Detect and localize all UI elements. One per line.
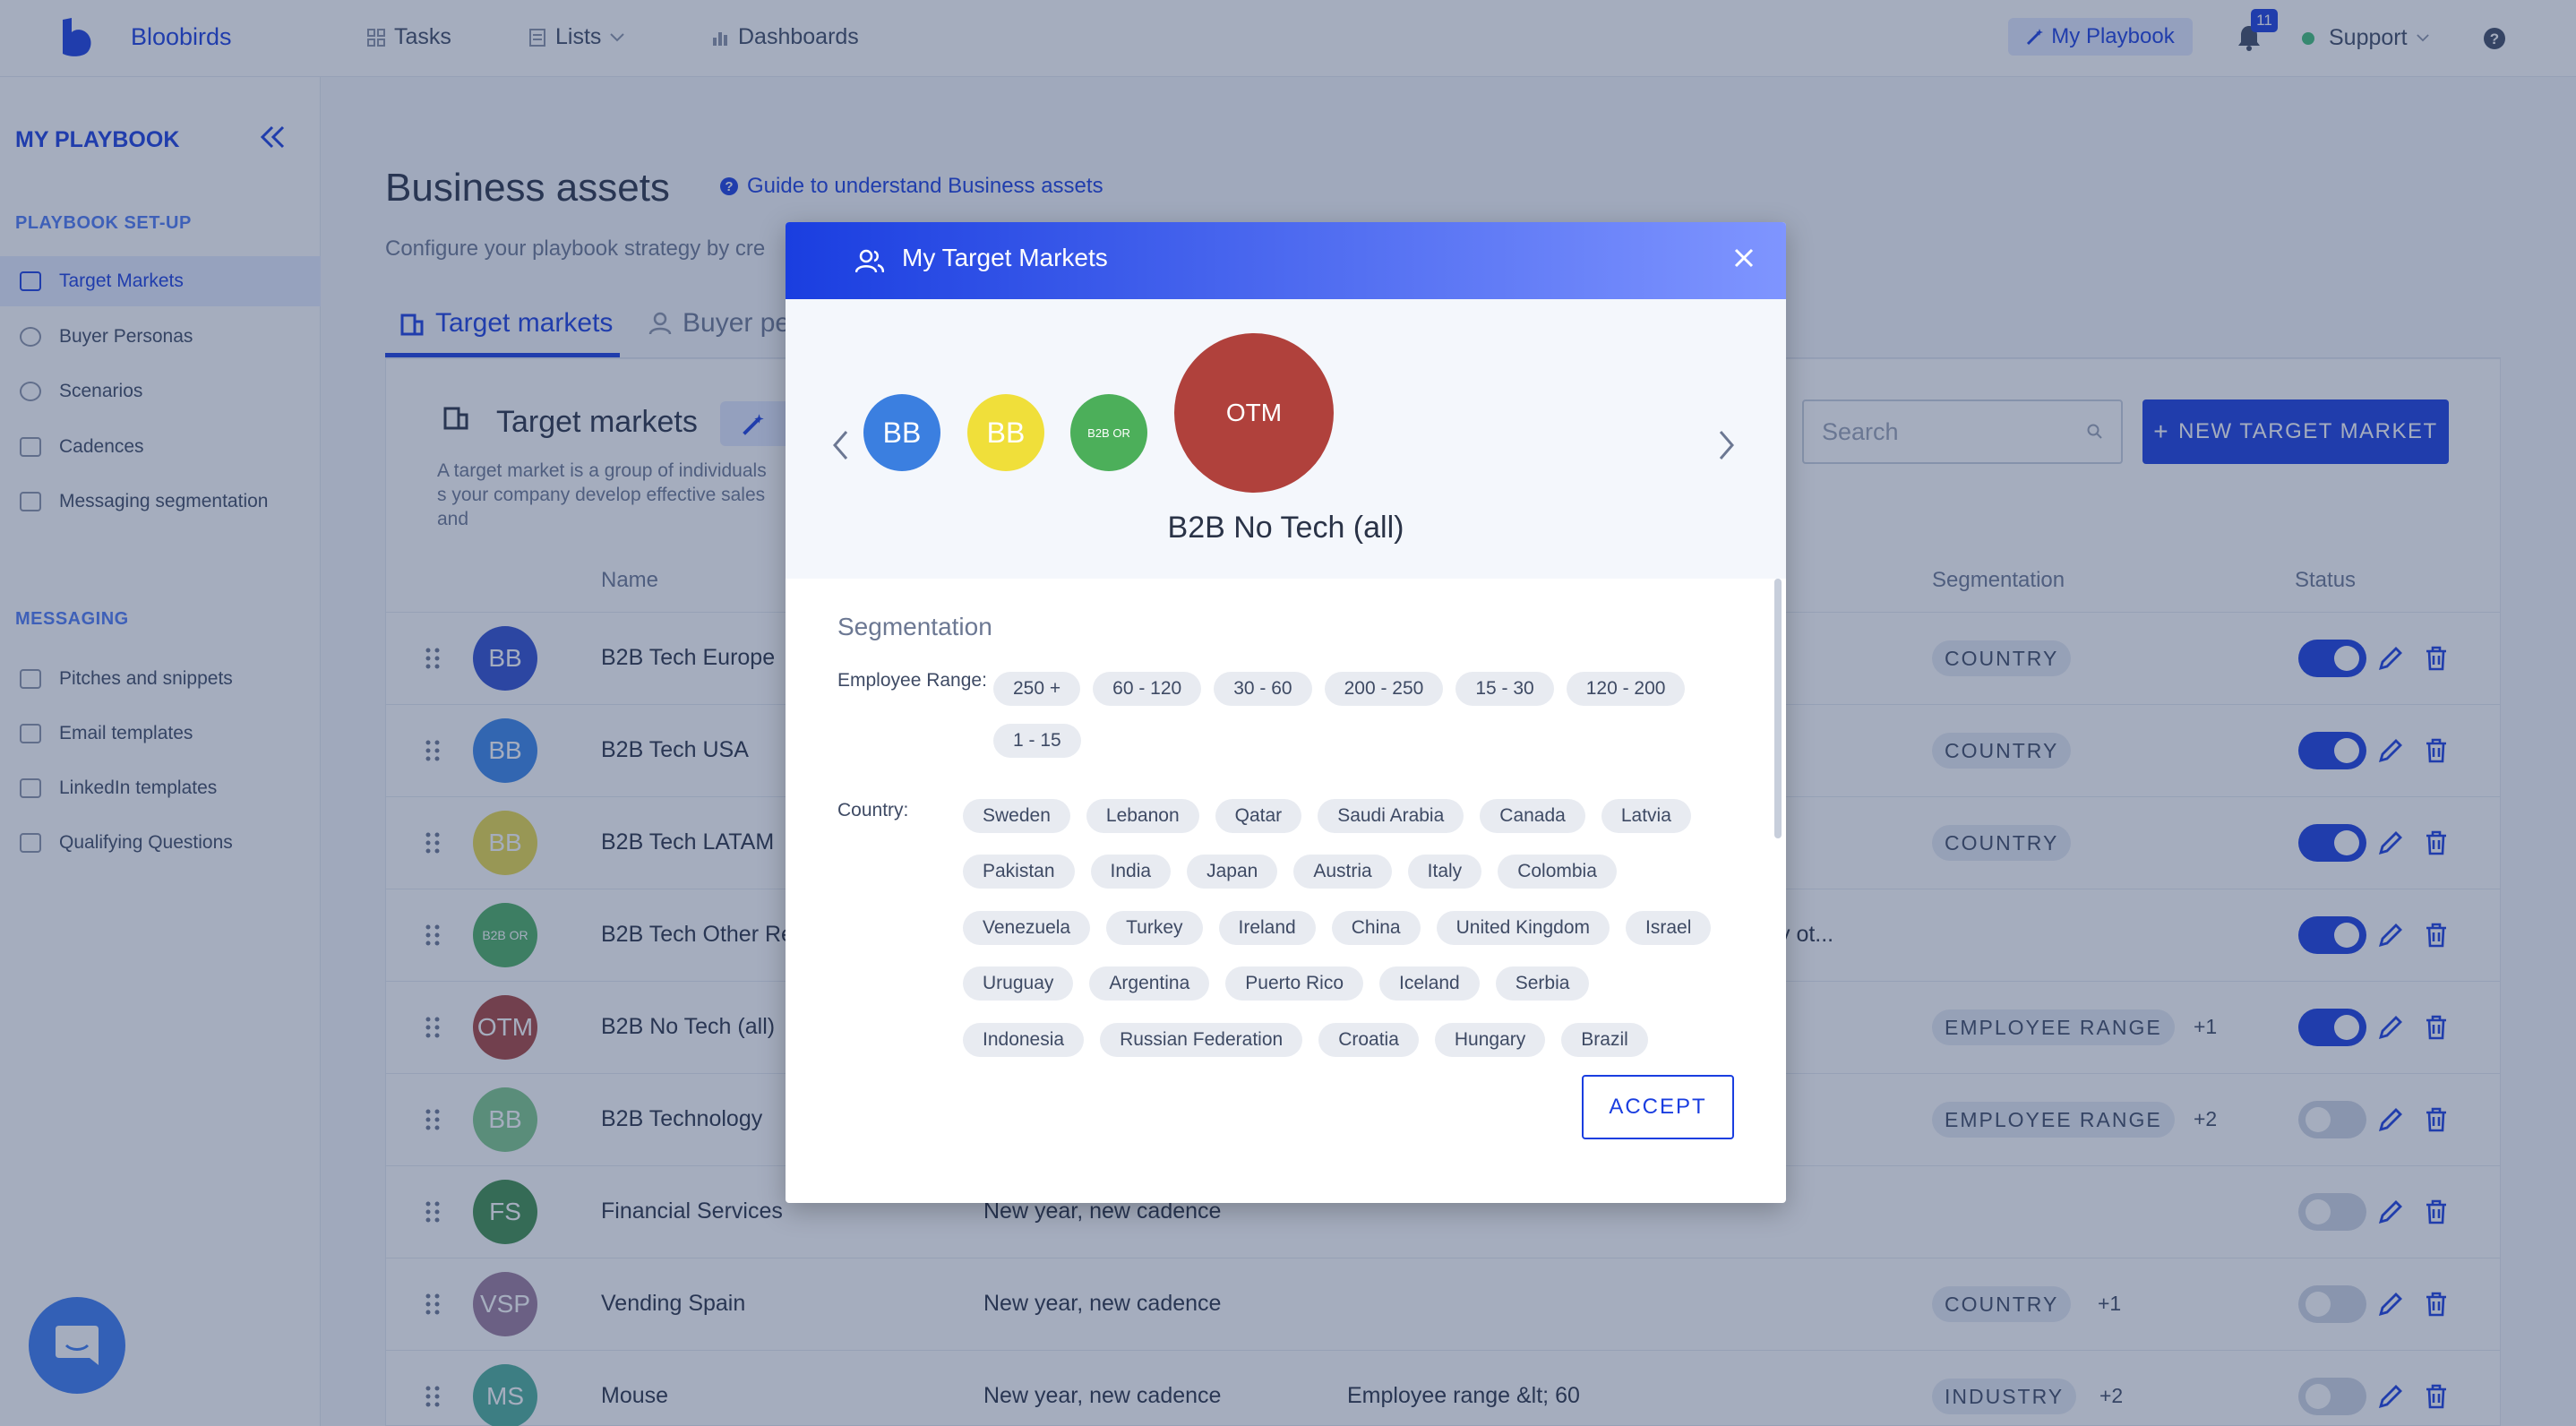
avatar-initials: BB (986, 416, 1026, 449)
employee-range-label: Employee Range: (837, 670, 987, 691)
value-pill: Latvia (1601, 799, 1691, 833)
value-pill: Argentina (1089, 966, 1210, 1001)
chevron-right-icon[interactable] (1719, 430, 1735, 460)
carousel-avatar-selected[interactable]: OTM (1174, 333, 1334, 493)
value-pill: Russian Federation (1100, 1022, 1303, 1057)
country-values: Sweden Lebanon Qatar Saudi Arabia Canada Latv… (963, 799, 1724, 1061)
modal-scrollbar[interactable] (1774, 579, 1782, 838)
value-pill: Colombia (1498, 855, 1617, 889)
value-pill: India (1090, 855, 1172, 889)
accept-button[interactable]: ACCEPT (1582, 1075, 1734, 1139)
value-pill: Iceland (1379, 966, 1480, 1001)
value-pill: Croatia (1318, 1022, 1419, 1057)
value-pill: United Kingdom (1436, 910, 1610, 945)
value-pill: Puerto Rico (1225, 966, 1364, 1001)
value-pill: 60 - 120 (1093, 672, 1202, 706)
value-pill: 1 - 15 (993, 724, 1081, 758)
value-pill: 120 - 200 (1566, 672, 1686, 706)
value-pill: Qatar (1215, 799, 1302, 833)
close-icon[interactable] (1733, 247, 1755, 269)
value-pill: Israel (1626, 910, 1712, 945)
value-pill: Lebanon (1086, 799, 1199, 833)
value-pill: Sweden (963, 799, 1070, 833)
avatar-initials: OTM (1225, 399, 1283, 426)
carousel-avatar[interactable]: B2B OR (1070, 394, 1147, 471)
value-pill: China (1331, 910, 1421, 945)
selected-market-name: B2B No Tech (all) (1167, 511, 1404, 545)
value-pill: Pakistan (963, 855, 1075, 889)
value-pill: 15 - 30 (1455, 672, 1554, 706)
value-pill: Austria (1293, 855, 1392, 889)
country-label: Country: (837, 800, 909, 820)
chevron-left-icon[interactable] (832, 430, 848, 460)
value-pill: Canada (1480, 799, 1585, 833)
users-icon (855, 249, 884, 273)
value-pill: 200 - 250 (1324, 672, 1444, 706)
value-pill: Hungary (1434, 1022, 1546, 1057)
value-pill: Venezuela (963, 910, 1091, 945)
target-markets-modal: My Target Markets BB BB B2B OR OTM B2B N… (786, 222, 1786, 1203)
value-pill: Italy (1407, 855, 1482, 889)
avatar-initials: B2B OR (1087, 425, 1130, 440)
avatar-initials: BB (882, 416, 922, 449)
value-pill: Indonesia (963, 1022, 1085, 1057)
segmentation-title: Segmentation (837, 613, 992, 640)
value-pill: Ireland (1218, 910, 1316, 945)
value-pill: 30 - 60 (1214, 672, 1312, 706)
carousel-avatar[interactable]: BB (967, 394, 1044, 471)
value-pill: Japan (1187, 855, 1278, 889)
value-pill: 250 + (993, 672, 1081, 706)
value-pill: Serbia (1495, 966, 1590, 1001)
value-pill: Turkey (1106, 910, 1203, 945)
value-pill: Saudi Arabia (1318, 799, 1464, 833)
employee-range-values: 250 + 60 - 120 30 - 60 200 - 250 15 - 30 120 … (993, 672, 1710, 758)
value-pill: Uruguay (963, 966, 1074, 1001)
carousel-avatar[interactable]: BB (863, 394, 940, 471)
value-pill: Brazil (1561, 1022, 1648, 1057)
modal-title: My Target Markets (902, 244, 1108, 271)
